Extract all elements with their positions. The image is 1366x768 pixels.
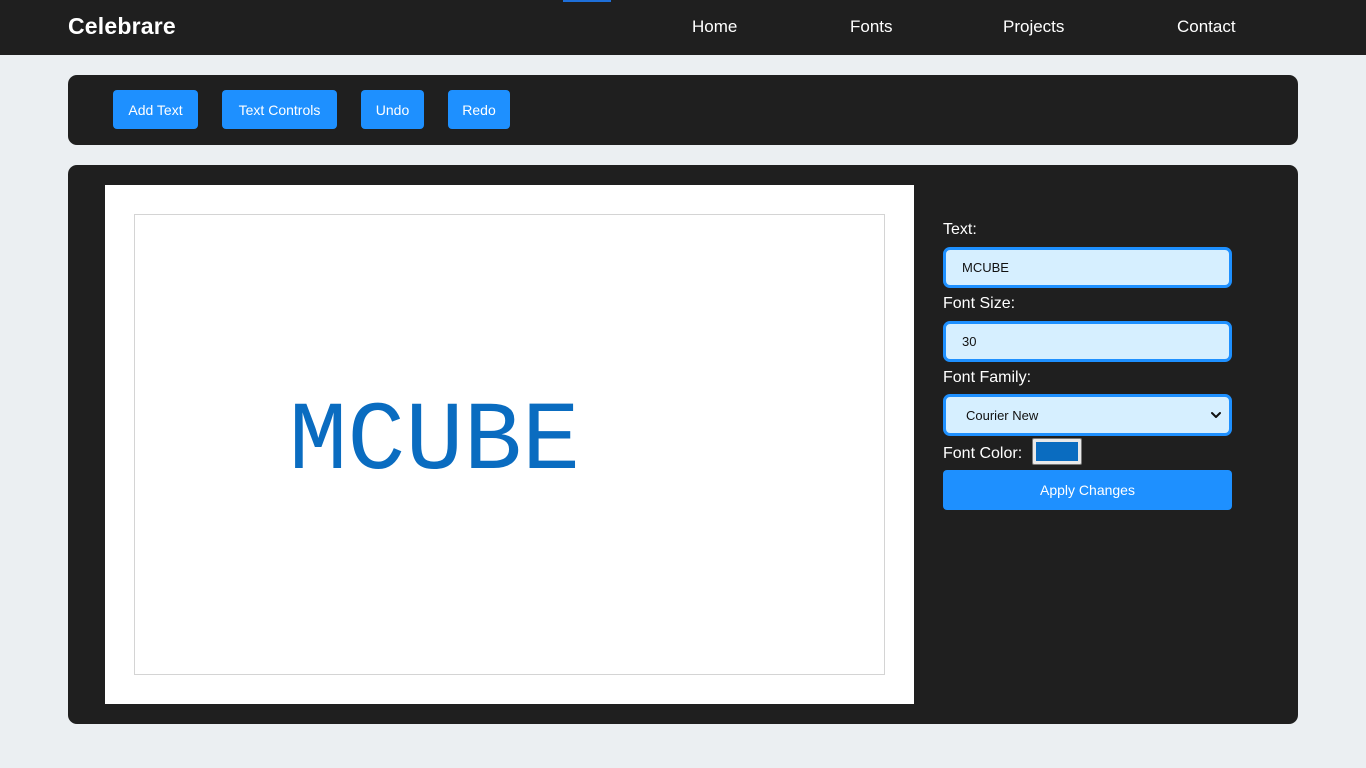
navbar: Celebrare Home Fonts Projects Contact [0, 0, 1366, 55]
text-controls-panel: Text: Font Size: Font Family: Courier Ne… [943, 165, 1243, 724]
undo-button[interactable]: Undo [361, 90, 424, 129]
font-family-label: Font Family: [943, 369, 1032, 386]
text-input[interactable] [943, 247, 1232, 288]
font-color-label: Font Color: [943, 445, 1023, 462]
nav-link-fonts[interactable]: Fonts [850, 17, 893, 37]
editor-panel: MCUBE Text: Font Size: Font Family: Cour… [68, 165, 1298, 724]
font-size-input[interactable] [943, 321, 1232, 362]
apply-changes-button[interactable]: Apply Changes [943, 470, 1232, 510]
design-canvas[interactable]: MCUBE [134, 214, 885, 675]
nav-link-projects[interactable]: Projects [1003, 17, 1064, 37]
font-family-select[interactable]: Courier New [943, 394, 1232, 436]
nav-active-indicator [563, 0, 611, 2]
toolbar: Add Text Text Controls Undo Redo [68, 75, 1298, 145]
nav-link-home[interactable]: Home [692, 17, 737, 37]
nav-link-contact[interactable]: Contact [1177, 17, 1236, 37]
canvas-container: MCUBE [105, 185, 914, 704]
add-text-button[interactable]: Add Text [113, 90, 198, 129]
chevron-down-icon [1211, 412, 1221, 418]
brand-logo[interactable]: Celebrare [68, 13, 176, 40]
font-family-selected-value: Courier New [966, 407, 1039, 423]
canvas-text-element[interactable]: MCUBE [289, 395, 580, 492]
text-label: Text: [943, 221, 977, 238]
font-color-swatch [1036, 442, 1078, 461]
text-controls-button[interactable]: Text Controls [222, 90, 337, 129]
font-size-label: Font Size: [943, 295, 1016, 312]
font-color-picker[interactable] [1032, 438, 1082, 465]
redo-button[interactable]: Redo [448, 90, 510, 129]
